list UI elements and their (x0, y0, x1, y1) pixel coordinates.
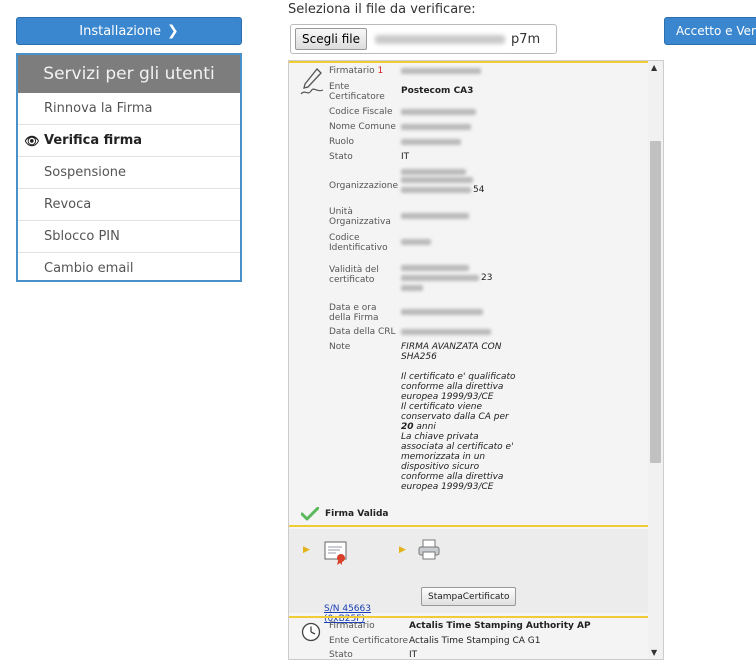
note-line: Il certificato viene conservato dalla CA… (401, 402, 509, 432)
note-line: FIRMA AVANZATA CON SHA256 (401, 342, 502, 362)
services-menu: Servizi per gli utenti Rinnova la Firma … (16, 53, 242, 282)
sidebar-item-cambio-email[interactable]: Cambio email (18, 253, 240, 284)
unita-organizzativa-label: Unità Organizzativa (329, 207, 391, 227)
ruolo-label: Ruolo (329, 137, 355, 147)
ruolo-value-redacted (401, 137, 531, 147)
validita-certificato-value: 23 (401, 263, 531, 293)
sidebar-item-verifica-firma[interactable]: 👁 Verifica firma (18, 125, 240, 157)
note-label: Note (329, 342, 351, 352)
installazione-label: Installazione (79, 23, 161, 39)
nome-comune-label: Nome Comune (329, 122, 396, 132)
certificate-icon[interactable] (323, 539, 349, 565)
choose-file-button[interactable]: Scegli file (295, 28, 367, 50)
ts-ente-value: Actalis Time Stamping CA G1 (409, 636, 541, 646)
ente-certificatore-label: Ente Certificatore (329, 82, 385, 102)
chevron-right-icon: ❯ (167, 23, 179, 39)
printer-icon[interactable] (417, 539, 441, 561)
eye-icon: 👁 (24, 133, 40, 148)
sidebar-item-revoca[interactable]: Revoca (18, 189, 240, 221)
sidebar-item-label: Verifica firma (44, 133, 143, 148)
ts-stato-label: Stato (329, 650, 353, 660)
pen-signature-icon (300, 68, 324, 95)
codice-identificativo-value-redacted (401, 237, 531, 247)
checkmark-icon (301, 507, 319, 521)
accept-verify-label: Accetto e Veri (676, 24, 756, 38)
scroll-thumb[interactable] (650, 141, 661, 463)
codice-identificativo-label: Codice Identificativo (329, 233, 388, 253)
services-title: Servizi per gli utenti (18, 55, 240, 93)
data-crl-label: Data della CRL (329, 327, 396, 337)
ts-firmatario-value: Actalis Time Stamping Authority AP (409, 621, 591, 631)
clock-icon (301, 622, 321, 642)
sidebar-item-label: Rinnova la Firma (44, 101, 153, 116)
ts-stato-value: IT (409, 650, 418, 660)
section-divider (289, 525, 648, 527)
sidebar-item-label: Sblocco PIN (44, 229, 120, 244)
data-ora-firma-label: Data e ora della Firma (329, 303, 379, 323)
section-divider (289, 61, 648, 63)
stato-value: IT (401, 152, 410, 162)
codice-fiscale-label: Codice Fiscale (329, 107, 393, 117)
sidebar-item-sospensione[interactable]: Sospensione (18, 157, 240, 189)
ts-ente-label: Ente Certificatore (329, 636, 409, 646)
result-scrollbar[interactable]: ▲ ▼ (648, 61, 663, 659)
result-content: Firmatario 1 Ente Certificatore Postecom… (289, 61, 648, 660)
stato-label: Stato (329, 152, 353, 162)
file-extension: p7m (510, 31, 541, 47)
arrow-right-icon: ▶ (399, 545, 406, 555)
firma-valida-row: Firma Valida (301, 507, 389, 521)
firma-valida-label: Firma Valida (325, 509, 389, 519)
nome-comune-value-redacted (401, 122, 531, 132)
note-value: FIRMA AVANZATA CON SHA256 Il certificato… (401, 342, 521, 492)
file-name-redacted (374, 34, 505, 44)
file-select-prompt: Seleziona il file da verificare: (288, 2, 476, 17)
ente-certificatore-value: Postecom CA3 (401, 86, 474, 96)
firmatario-label: Firmatario 1 (329, 66, 384, 76)
arrow-right-icon: ▶ (303, 545, 310, 555)
section-divider (289, 616, 648, 618)
sidebar-item-sblocco-pin[interactable]: Sblocco PIN (18, 221, 240, 253)
data-crl-value-redacted (401, 327, 531, 337)
accept-verify-button[interactable]: Accetto e Veri (664, 17, 756, 45)
sidebar-item-label: Cambio email (44, 261, 134, 276)
verification-result-panel: Firmatario 1 Ente Certificatore Postecom… (288, 60, 664, 660)
scroll-up-icon[interactable]: ▲ (651, 63, 657, 72)
validita-certificato-label: Validità del certificato (329, 265, 379, 285)
file-input[interactable]: Scegli file p7m (290, 24, 557, 54)
note-line: Il certificato e' qualificato conforme a… (401, 372, 516, 402)
firmatario-value-redacted (401, 66, 531, 76)
data-ora-firma-value-redacted (401, 307, 531, 317)
sidebar-item-rinnova-firma[interactable]: Rinnova la Firma (18, 93, 240, 125)
ts-firmatario-label: Firmatario (329, 621, 375, 631)
organizzazione-label: Organizzazione (329, 181, 398, 191)
codice-fiscale-value-redacted (401, 107, 531, 117)
sidebar-item-label: Revoca (44, 197, 92, 212)
unita-organizzativa-value-redacted (401, 211, 531, 221)
sidebar-item-label: Sospensione (44, 165, 127, 180)
installazione-button[interactable]: Installazione ❯ (16, 17, 242, 45)
scroll-down-icon[interactable]: ▼ (651, 648, 657, 657)
note-line: La chiave privata associata al certifica… (401, 432, 514, 492)
stampa-certificato-button[interactable]: StampaCertificato (421, 587, 517, 606)
organizzazione-value: 54 (401, 167, 531, 195)
